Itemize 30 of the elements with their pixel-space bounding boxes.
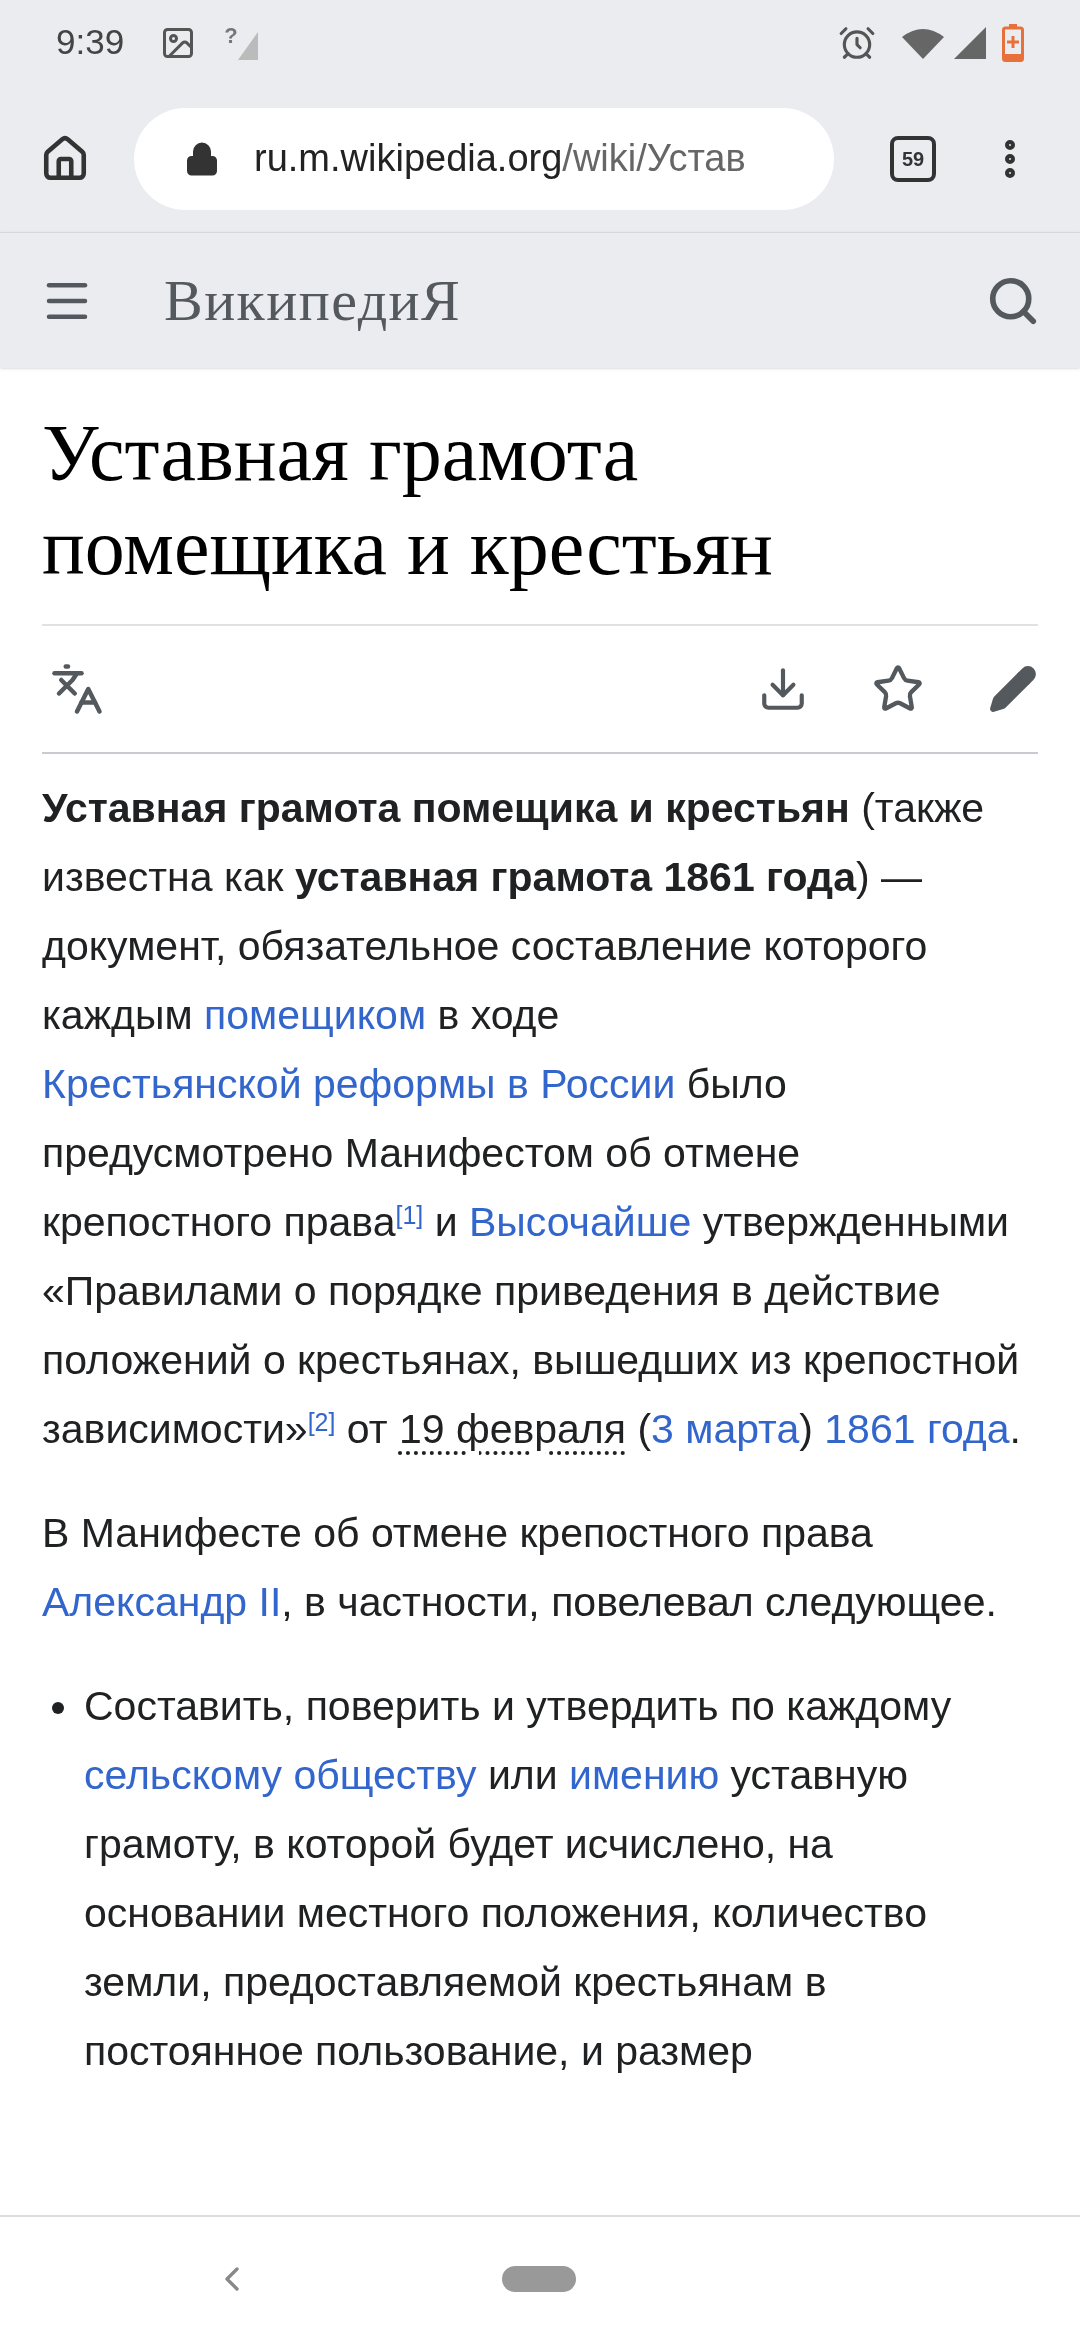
signal-icon bbox=[237, 31, 258, 60]
article-link[interactable]: помещиком bbox=[204, 992, 427, 1038]
edit-icon[interactable] bbox=[988, 664, 1038, 714]
wikipedia-logo[interactable]: ВикипедиЯ bbox=[164, 257, 462, 344]
paragraph: В Манифесте об отмене крепостного права Александр II, в частности, повелевал следующее. bbox=[42, 1509, 998, 1627]
signal-icon bbox=[954, 26, 986, 59]
article-link[interactable]: 1861 года bbox=[824, 1406, 1010, 1452]
home-handle[interactable] bbox=[502, 2265, 576, 2292]
status-time: 9:39 bbox=[56, 21, 125, 64]
paragraph: Уставная грамота помещика и крестьян (также известна как уставная грамота 1861 года) — документ, обязательное составление которого каждым помещиком в ходе Крестьянской реформы в России было предусмотрено Манифестом об отмене крепостного права$^{[1]}$ и Высочайше утвержденными «Правилами о порядке приведения в действие положений о крестьянах, вышедших из крепостной зависимости»$^{[2]}$ от 19 февраля (3 марта) 1861 года. bbox=[42, 784, 1022, 1454]
bullet-icon bbox=[52, 1702, 64, 1714]
wifi-icon bbox=[902, 26, 944, 59]
article-link[interactable]: сельскому обществу bbox=[84, 1752, 477, 1798]
reference-link[interactable]: [1] bbox=[395, 1200, 424, 1229]
article-title: Уставная грамота помещика и крестьян bbox=[42, 408, 774, 593]
list-item-text: Составить, поверить и утвердить по каждому сельскому обществу или имению уставную грамоту, в которой будет исчислено, на основании местного положения, количество земли, предоставляемой крестьянам в постоянное пользование, и размер bbox=[84, 1682, 953, 2076]
article-link[interactable]: Высочайше bbox=[468, 1199, 692, 1245]
signal-unknown-text: ? bbox=[224, 22, 238, 50]
reference-link[interactable]: [2] bbox=[307, 1407, 336, 1436]
language-icon[interactable] bbox=[50, 662, 104, 716]
article-link[interactable]: Крестьянской bbox=[42, 1061, 313, 1107]
address-bar[interactable]: ru.m.wikipedia.org/wiki/Устав bbox=[134, 107, 834, 210]
lock-icon bbox=[184, 140, 220, 177]
tab-count-button[interactable]: 59 bbox=[890, 135, 936, 182]
battery-icon bbox=[1002, 23, 1024, 62]
article-link[interactable]: имению bbox=[569, 1752, 720, 1798]
url-text: ru.m.wikipedia.org/wiki/Устав bbox=[254, 136, 746, 181]
article-link[interactable]: Александр II bbox=[42, 1579, 282, 1625]
article-link[interactable]: реформы в России bbox=[312, 1061, 676, 1107]
article-link[interactable]: 3 марта bbox=[651, 1406, 800, 1452]
